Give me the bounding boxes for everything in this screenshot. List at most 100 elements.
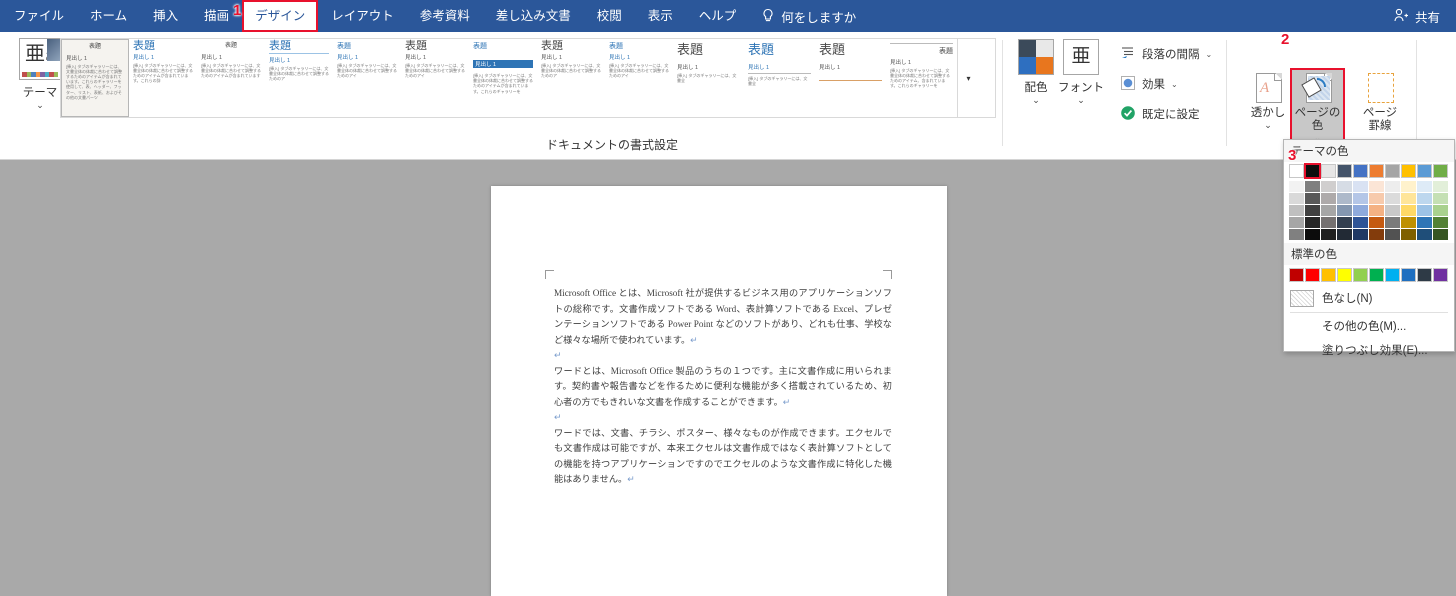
theme-color-shades-grid[interactable] [1284,181,1454,243]
gallery-item[interactable]: 表題 見出し 1 [挿入] タブのギャラリーには、文書全体の体裁に合わせて調整す… [886,39,957,117]
swatch-shade[interactable] [1337,217,1352,228]
swatch-shade[interactable] [1433,229,1448,240]
effects-chevron-down-icon[interactable]: ⌄ [1171,80,1178,89]
swatch-shade[interactable] [1385,193,1400,204]
swatch-shade[interactable] [1289,181,1304,192]
swatch-theme-blue[interactable] [1353,164,1368,178]
swatch-shade[interactable] [1433,217,1448,228]
gallery-item[interactable]: 表題 見出し 1 [挿入] タブのギャラリーには、文書全体の体裁に合わせて調整す… [197,39,265,117]
swatch-shade[interactable] [1305,181,1320,192]
standard-colors-row[interactable] [1284,265,1454,286]
swatch-std-purple[interactable] [1433,268,1448,282]
fonts-chevron-down-icon[interactable]: ⌄ [1053,96,1109,105]
swatch-std-light-green[interactable] [1353,268,1368,282]
swatch-theme-white[interactable] [1289,164,1304,178]
swatch-shade[interactable] [1353,217,1368,228]
page-color-dropdown[interactable]: テーマの色 標準の色 色なし(N) その他の色(M)... 塗りつぶし効果(E)… [1283,139,1455,357]
swatch-shade[interactable] [1433,205,1448,216]
gallery-item[interactable]: 表題 見出し 1 [挿入] タブのギャラリーには、文書全体の体裁に合わせて調整す… [537,39,605,117]
swatch-shade[interactable] [1289,205,1304,216]
gallery-item[interactable]: 表題 見出し 1 [挿入] タブのギャラリーには、文書全体の体裁に合わせて調整す… [605,39,673,117]
swatch-theme-gray[interactable] [1385,164,1400,178]
document-body-text[interactable]: Microsoft Office とは、Microsoft 社が提供するビジネス… [554,286,892,488]
swatch-shade[interactable] [1401,181,1416,192]
fonts-group[interactable]: 亜 フォント ⌄ [1053,36,1109,105]
swatch-shade[interactable] [1401,217,1416,228]
watermark-chevron-down-icon[interactable]: ⌄ [1238,121,1298,130]
swatch-shade[interactable] [1401,193,1416,204]
swatch-theme-green[interactable] [1433,164,1448,178]
swatch-shade[interactable] [1353,181,1368,192]
swatch-shade[interactable] [1305,205,1320,216]
swatch-std-dark-blue[interactable] [1417,268,1432,282]
swatch-shade[interactable] [1305,193,1320,204]
swatch-shade[interactable] [1417,205,1432,216]
fill-effects-menu-item[interactable]: 塗りつぶし効果(E)... [1284,339,1454,363]
document-canvas[interactable]: Microsoft Office とは、Microsoft 社が提供するビジネス… [0,160,1456,596]
page-borders-button[interactable]: ページ 罫線 [1350,68,1410,133]
swatch-shade[interactable] [1321,205,1336,216]
swatch-shade[interactable] [1321,229,1336,240]
swatch-shade[interactable] [1337,229,1352,240]
swatch-std-light-blue[interactable] [1385,268,1400,282]
watermark-button[interactable]: A 透かし ⌄ [1238,68,1298,130]
swatch-std-dark-red[interactable] [1289,268,1304,282]
swatch-shade[interactable] [1305,229,1320,240]
gallery-item[interactable]: 表題 見出し 1 [挿入] タブのギャラリーには、文書全体の体裁に合わせて調整す… [61,39,129,117]
swatch-shade[interactable] [1289,193,1304,204]
swatch-std-orange[interactable] [1321,268,1336,282]
set-as-default-button[interactable]: 既定に設定 [1116,102,1216,126]
swatch-shade[interactable] [1417,217,1432,228]
swatch-shade[interactable] [1433,193,1448,204]
swatch-shade[interactable] [1321,193,1336,204]
document-formatting-gallery[interactable]: 表題 見出し 1 [挿入] タブのギャラリーには、文書全体の体裁に合わせて調整す… [60,38,996,118]
swatch-theme-light-blue[interactable] [1417,164,1432,178]
swatch-theme-dark-blue-gray[interactable] [1337,164,1352,178]
swatch-shade[interactable] [1321,217,1336,228]
swatch-shade[interactable] [1417,181,1432,192]
gallery-item[interactable]: 表題 見出し 1 [挿入] タブのギャラリーには、文書全体の体裁に合わせて調整す… [333,39,401,117]
swatch-shade[interactable] [1417,229,1432,240]
menu-tab-mailings[interactable]: 差し込み文書 [483,0,584,32]
swatch-shade[interactable] [1321,181,1336,192]
swatch-shade[interactable] [1401,205,1416,216]
gallery-scroll-down-button[interactable]: ▾ [957,39,979,117]
swatch-std-red[interactable] [1305,268,1320,282]
swatch-theme-black[interactable] [1304,163,1321,179]
tell-me-box[interactable]: 何をしますか [749,7,856,26]
swatch-shade[interactable] [1289,217,1304,228]
gallery-item[interactable]: 表題 見出し 1 [挿入] タブのギャラリーには、文書全体の体裁に合わせて調整す… [129,39,197,117]
swatch-shade[interactable] [1353,193,1368,204]
swatch-shade[interactable] [1305,217,1320,228]
menu-tab-insert[interactable]: 挿入 [140,0,191,32]
swatch-std-green[interactable] [1369,268,1384,282]
menu-tab-review[interactable]: 校閲 [584,0,635,32]
effects-button[interactable]: 効果 ⌄ [1116,72,1216,96]
swatch-shade[interactable] [1369,181,1384,192]
swatch-shade[interactable] [1337,205,1352,216]
menu-tab-layout[interactable]: レイアウト [318,0,407,32]
swatch-shade[interactable] [1289,229,1304,240]
swatch-shade[interactable] [1369,217,1384,228]
no-color-menu-item[interactable]: 色なし(N) [1284,286,1454,310]
menu-tab-file[interactable]: ファイル [0,0,77,32]
swatch-shade[interactable] [1401,229,1416,240]
paragraph-spacing-button[interactable]: 段落の間隔 ⌄ [1116,42,1216,66]
swatch-shade[interactable] [1369,193,1384,204]
document-page[interactable]: Microsoft Office とは、Microsoft 社が提供するビジネス… [491,186,947,596]
gallery-item[interactable]: 表題 見出し 1 [挿入] タブのギャラリーには、文書全 [673,39,744,117]
swatch-shade[interactable] [1385,217,1400,228]
menu-tab-references[interactable]: 参考資料 [407,0,483,32]
gallery-item[interactable]: 表題 見出し 1 [挿入] タブのギャラリーには、文書全体の体裁に合わせて調整す… [265,39,333,117]
swatch-std-yellow[interactable] [1337,268,1352,282]
swatch-shade[interactable] [1369,229,1384,240]
swatch-shade[interactable] [1337,181,1352,192]
menu-tab-help[interactable]: ヘルプ [686,0,750,32]
swatch-shade[interactable] [1385,229,1400,240]
swatch-std-blue[interactable] [1401,268,1416,282]
swatch-theme-orange[interactable] [1369,164,1384,178]
swatch-shade[interactable] [1385,205,1400,216]
swatch-shade[interactable] [1353,205,1368,216]
gallery-item[interactable]: 表題 見出し 1 [挿入] タブのギャラリーには、文書全体の体裁に合わせて調整す… [469,39,537,117]
paragraph-spacing-chevron-down-icon[interactable]: ⌄ [1206,50,1213,59]
